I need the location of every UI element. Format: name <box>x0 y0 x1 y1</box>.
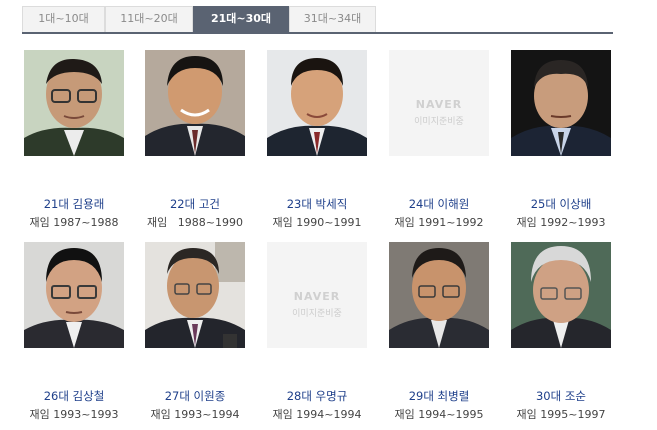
naver-logo: NAVER <box>293 290 341 303</box>
minister-name[interactable]: 27대 이원종 <box>135 388 255 404</box>
tab-11-20[interactable]: 11대~20대 <box>105 6 193 32</box>
term-years: 재임 1994~1994 <box>272 408 362 421</box>
placeholder-caption: 이미지준비중 <box>414 117 464 127</box>
minister-name[interactable]: 24대 이해원 <box>379 196 499 212</box>
portrait-photo[interactable] <box>145 242 245 348</box>
term-years: 재임 1994~1995 <box>394 408 484 421</box>
portrait-photo[interactable] <box>145 50 245 156</box>
term-years: 재임 1991~1992 <box>394 216 484 229</box>
term-years: 재임 1992~1993 <box>516 216 606 229</box>
term-years: 재임 1988~1990 <box>147 216 243 229</box>
minister-name[interactable]: 25대 이상배 <box>501 196 621 212</box>
minister-name[interactable]: 23대 박세직 <box>257 196 377 212</box>
minister-name[interactable]: 21대 김용래 <box>14 196 134 212</box>
portrait-photo[interactable] <box>511 50 611 156</box>
tab-1-10[interactable]: 1대~10대 <box>22 6 105 32</box>
term-years: 재임 1990~1991 <box>272 216 362 229</box>
term-years: 재임 1993~1993 <box>29 408 119 421</box>
minister-name[interactable]: 29대 최병렬 <box>379 388 499 404</box>
minister-name[interactable]: 30대 조순 <box>501 388 621 404</box>
image-placeholder[interactable]: NAVER 이미지준비중 <box>267 242 367 348</box>
portrait-photo[interactable] <box>511 242 611 348</box>
era-tabs: 1대~10대 11대~20대 21대~30대 31대~34대 <box>22 6 613 34</box>
tab-31-34[interactable]: 31대~34대 <box>289 6 376 32</box>
portrait-photo[interactable] <box>389 242 489 348</box>
term-years: 재임 1987~1988 <box>29 216 119 229</box>
portrait-photo[interactable] <box>24 50 124 156</box>
portrait-photo[interactable] <box>267 50 367 156</box>
image-placeholder[interactable]: NAVER 이미지준비중 <box>389 50 489 156</box>
term-years: 재임 1993~1994 <box>150 408 240 421</box>
tab-21-30[interactable]: 21대~30대 <box>193 6 289 33</box>
term-years: 재임 1995~1997 <box>516 408 606 421</box>
portrait-photo[interactable] <box>24 242 124 348</box>
minister-name[interactable]: 28대 우명규 <box>257 388 377 404</box>
placeholder-caption: 이미지준비중 <box>292 309 342 319</box>
naver-logo: NAVER <box>415 98 463 111</box>
minister-name[interactable]: 26대 김상철 <box>14 388 134 404</box>
minister-name[interactable]: 22대 고건 <box>135 196 255 212</box>
